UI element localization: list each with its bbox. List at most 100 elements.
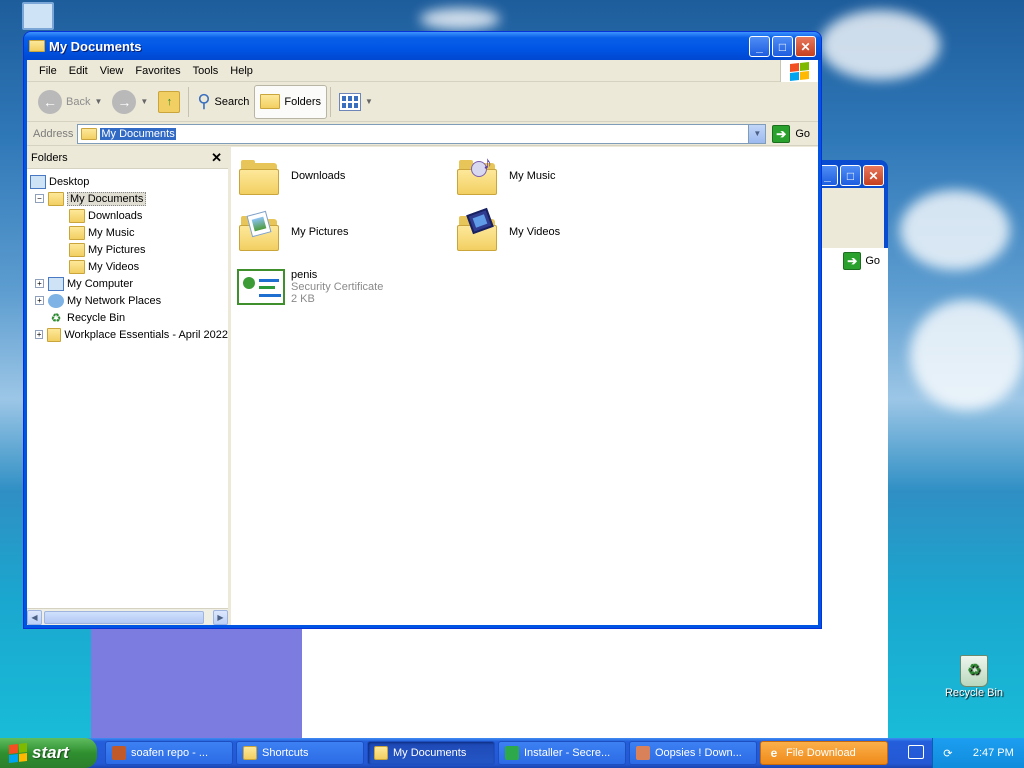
- address-bar: Address My Documents ▼ ➔ Go: [27, 122, 818, 146]
- chevron-down-icon[interactable]: ▼: [748, 124, 766, 143]
- my-computer-desktop-icon[interactable]: [22, 2, 54, 30]
- taskbar-item-shortcuts[interactable]: Shortcuts: [236, 741, 364, 765]
- folder-up-icon: ↑: [158, 90, 181, 113]
- forward-button[interactable]: → ▼: [107, 85, 153, 119]
- tree-item-downloads[interactable]: Downloads: [27, 207, 228, 224]
- my-documents-window[interactable]: My Documents _ □ ✕ File Edit View Favori…: [23, 31, 822, 629]
- videos-folder-icon: [457, 207, 497, 253]
- folders-button[interactable]: Folders: [254, 84, 328, 119]
- item-downloads[interactable]: Downloads: [239, 157, 345, 197]
- toolbar: ← Back ▼ → ▼ ↑ ⚲ Search Folders ▼: [27, 82, 818, 122]
- taskbar-item-installer[interactable]: Installer - Secre...: [498, 741, 626, 765]
- maximize-button[interactable]: □: [772, 36, 793, 57]
- chevron-down-icon[interactable]: ▼: [94, 97, 102, 106]
- menu-view[interactable]: View: [94, 63, 130, 79]
- tree-item-my-videos[interactable]: My Videos: [27, 258, 228, 275]
- scroll-right-button[interactable]: ▶: [213, 609, 228, 625]
- horizontal-scrollbar[interactable]: ◀ ▶: [27, 608, 228, 625]
- menu-file[interactable]: File: [33, 63, 63, 79]
- start-button[interactable]: start: [0, 738, 97, 768]
- page-icon: [636, 746, 650, 760]
- taskbar-item-soafen-repo[interactable]: soafen repo - ...: [105, 741, 233, 765]
- close-icon[interactable]: ✕: [211, 150, 222, 166]
- back-arrow-icon: ←: [38, 89, 62, 114]
- menu-help[interactable]: Help: [224, 63, 259, 79]
- tree-item-desktop[interactable]: Desktop: [27, 173, 228, 190]
- system-tray: ⟳ 2:47 PM: [932, 738, 1024, 768]
- folder-tree: Desktop − My Documents Downloads My Musi…: [27, 169, 228, 343]
- tree-item-workplace-essentials[interactable]: + Workplace Essentials - April 2022: [27, 326, 228, 343]
- back-button[interactable]: ← Back ▼: [33, 85, 107, 119]
- recycle-bin-icon: ♻: [960, 655, 988, 687]
- cloud: [820, 10, 940, 80]
- pictures-folder-icon: [69, 242, 85, 257]
- menu-favorites[interactable]: Favorites: [129, 63, 186, 79]
- menu-bar: File Edit View Favorites Tools Help: [27, 60, 818, 82]
- item-my-music[interactable]: ♪ My Music: [457, 153, 555, 197]
- network-icon: [48, 293, 64, 308]
- minimize-button[interactable]: _: [749, 36, 770, 57]
- folder-icon: [69, 208, 85, 223]
- expand-icon[interactable]: +: [35, 330, 44, 339]
- go-arrow-icon: ➔: [843, 252, 862, 270]
- keyboard-icon[interactable]: [908, 745, 924, 759]
- menu-tools[interactable]: Tools: [187, 63, 225, 79]
- tree-item-my-music[interactable]: My Music: [27, 224, 228, 241]
- computer-icon: [48, 276, 64, 291]
- desktop-icon: [30, 174, 46, 189]
- windows-flag-icon: [9, 743, 27, 763]
- taskbar-item-my-documents[interactable]: My Documents: [367, 741, 495, 765]
- go-button[interactable]: ➔ Go: [766, 124, 818, 143]
- tree-item-my-pictures[interactable]: My Pictures: [27, 241, 228, 258]
- music-folder-icon: [69, 225, 85, 240]
- tree-item-my-network-places[interactable]: + My Network Places: [27, 292, 228, 309]
- installer-icon: [505, 746, 519, 760]
- tree-item-recycle-bin[interactable]: ♻ Recycle Bin: [27, 309, 228, 326]
- scroll-thumb[interactable]: [44, 610, 204, 624]
- item-my-videos[interactable]: My Videos: [457, 207, 560, 253]
- maximize-button[interactable]: □: [840, 165, 861, 186]
- clock[interactable]: 2:47 PM: [973, 747, 1014, 759]
- taskbar-item-oopsies[interactable]: Oopsies ! Down...: [629, 741, 757, 765]
- address-value: My Documents: [100, 127, 176, 140]
- title-bar[interactable]: My Documents _ □ ✕: [24, 32, 821, 60]
- folder-icon: [374, 746, 388, 760]
- taskbar-item-file-download[interactable]: e File Download: [760, 741, 888, 765]
- up-button[interactable]: ↑: [153, 85, 185, 119]
- tree-item-my-documents[interactable]: − My Documents: [27, 190, 228, 207]
- menu-edit[interactable]: Edit: [63, 63, 94, 79]
- recycle-bin-icon: ♻: [50, 310, 62, 325]
- browser-icon: [112, 746, 126, 760]
- views-button[interactable]: ▼: [334, 85, 378, 119]
- item-my-pictures[interactable]: My Pictures: [239, 210, 348, 253]
- folder-icon: [239, 157, 279, 197]
- address-input[interactable]: My Documents ▼: [77, 123, 767, 144]
- folders-pane: Folders ✕ Desktop − My Documents Downloa…: [27, 147, 231, 625]
- forward-arrow-icon: →: [112, 89, 137, 114]
- folder-icon: [48, 191, 64, 206]
- close-button[interactable]: ✕: [795, 36, 816, 57]
- chevron-down-icon[interactable]: ▼: [140, 97, 148, 106]
- window-title: My Documents: [49, 38, 142, 54]
- videos-folder-icon: [69, 259, 85, 274]
- scroll-left-button[interactable]: ◀: [27, 609, 42, 625]
- collapse-icon[interactable]: −: [35, 194, 44, 203]
- folder-icon: [81, 127, 98, 140]
- expand-icon[interactable]: +: [35, 279, 44, 288]
- recycle-bin-desktop-icon[interactable]: ♻ Recycle Bin: [942, 655, 1006, 699]
- close-button[interactable]: ✕: [863, 165, 884, 186]
- item-name: penis: [291, 269, 318, 281]
- internet-explorer-icon: e: [770, 746, 778, 760]
- security-certificate-icon: [237, 269, 285, 305]
- network-icon[interactable]: ⟳: [943, 747, 952, 760]
- item-penis-certificate[interactable]: penis Security Certificate 2 KB: [237, 269, 383, 305]
- search-icon: ⚲: [197, 91, 211, 111]
- tree-item-my-computer[interactable]: + My Computer: [27, 275, 228, 292]
- folder-icon: [47, 327, 62, 342]
- cloud: [420, 8, 500, 30]
- music-folder-icon: ♪: [457, 153, 497, 197]
- expand-icon[interactable]: +: [35, 296, 44, 305]
- background-go-button[interactable]: ➔ Go: [843, 252, 880, 270]
- item-type: Security Certificate: [291, 281, 384, 293]
- search-button[interactable]: ⚲ Search: [192, 85, 254, 119]
